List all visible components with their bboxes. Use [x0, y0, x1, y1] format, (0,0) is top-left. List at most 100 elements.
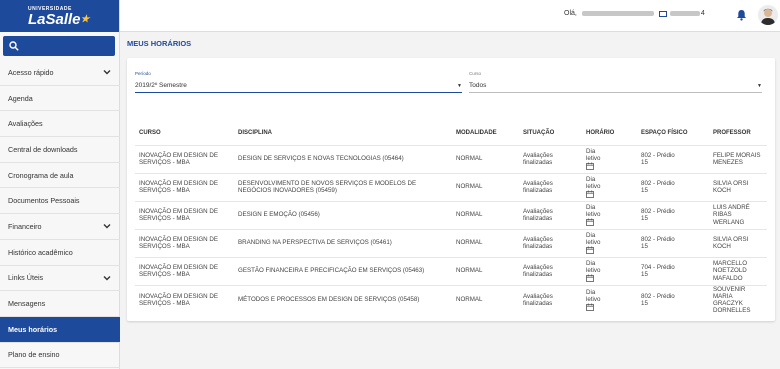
search-icon	[9, 41, 19, 51]
sidebar-item-financeiro[interactable]: Financeiro	[0, 214, 120, 240]
sidebar-item-historico-academico[interactable]: Histórico acadêmico	[0, 240, 120, 266]
cell-horario: Dia letivo	[582, 200, 637, 229]
cell-situacao: Avaliações finalizadas	[519, 256, 582, 285]
sidebar-item-agenda[interactable]: Agenda	[0, 86, 120, 112]
sidebar-menu: Acesso rápido Agenda Avaliações Central de …	[0, 60, 120, 369]
page-title: MEUS HORÁRIOS	[127, 39, 192, 48]
cell-disciplina: BRANDING NA PERSPECTIVA DE SERVIÇOS (054…	[234, 228, 452, 257]
cell-professor: SILVIA ORSI KOCH	[709, 172, 767, 201]
calendar-icon[interactable]	[586, 190, 594, 199]
curso-text: INOVAÇÃO EM DESIGN DE SERVIÇOS - MBA	[139, 151, 218, 166]
sidebar-item-mensagens[interactable]: Mensagens	[0, 291, 120, 317]
cell-modalidade: NORMAL	[452, 256, 519, 285]
column-header-modalidade[interactable]: MODALIDADE	[452, 121, 519, 145]
curso-select[interactable]: Curso Todos ▼	[469, 71, 762, 93]
table-row[interactable]: INOVAÇÃO EM DESIGN DE SERVIÇOS - MBA GEST…	[135, 256, 767, 285]
calendar-icon[interactable]	[586, 274, 594, 283]
table-row[interactable]: INOVAÇÃO EM DESIGN DE SERVIÇOS - MBA DESI…	[135, 200, 767, 229]
curso-text: INOVAÇÃO EM DESIGN DE SERVIÇOS - MBA	[139, 263, 218, 278]
dropdown-arrow-icon: ▼	[457, 82, 462, 89]
modalidade-text: NORMAL	[456, 239, 483, 247]
column-header-espaco-fisico[interactable]: ESPAÇO FÍSICO	[637, 121, 709, 145]
cell-professor: FELIPE MORAIS MENEZES	[709, 144, 767, 173]
bell-icon[interactable]	[736, 9, 747, 21]
cell-modalidade: NORMAL	[452, 144, 519, 173]
table-row[interactable]: INOVAÇÃO EM DESIGN DE SERVIÇOS - MBA DESE…	[135, 172, 767, 201]
table-row[interactable]: INOVAÇÃO EM DESIGN DE SERVIÇOS - MBA MÉTO…	[135, 284, 767, 315]
column-header-disciplina[interactable]: DISCIPLINA	[234, 121, 452, 145]
column-header-curso[interactable]: CURSO	[135, 121, 234, 145]
periodo-select[interactable]: Período 2019/2º Semestre ▼	[135, 71, 462, 93]
situacao-text: Avaliações finalizadas	[523, 235, 553, 250]
horario-text: Dia letivo	[586, 259, 601, 274]
disciplina-text: MÉTODOS E PROCESSOS EM DESIGN DE SERVIÇO…	[238, 296, 420, 304]
avatar[interactable]	[758, 5, 778, 25]
sidebar: UNIVERSIDADE LaSalle★ Acesso rápido Agend…	[0, 0, 120, 369]
table-header-row: CURSO DISCIPLINA MODALIDADE SITUAÇÃO HORÁRIO…	[135, 121, 767, 145]
cell-professor: LUIS ANDRÉ RIBAS WERLANG	[709, 200, 767, 229]
espaco-text: 802 - Prédio 15	[641, 235, 675, 250]
sidebar-item-label: Plano de ensino	[8, 350, 60, 360]
sidebar-item-label: Meus horários	[8, 324, 58, 334]
table-row[interactable]: INOVAÇÃO EM DESIGN DE SERVIÇOS - MBA BRAN…	[135, 228, 767, 257]
sidebar-item-central-de-downloads[interactable]: Central de downloads	[0, 137, 120, 163]
sidebar-item-label: Agenda	[8, 93, 33, 103]
cell-situacao: Avaliações finalizadas	[519, 228, 582, 257]
table-body: INOVAÇÃO EM DESIGN DE SERVIÇOS - MBA DESI…	[135, 144, 767, 315]
top-bar: Olá, 4	[120, 0, 780, 32]
horario-text: Dia letivo	[586, 231, 601, 246]
cell-espaco: 802 - Prédio 15	[637, 228, 709, 257]
cell-modalidade: NORMAL	[452, 284, 519, 315]
chevron-down-icon	[103, 275, 111, 281]
curso-text: INOVAÇÃO EM DESIGN DE SERVIÇOS - MBA	[139, 292, 218, 307]
espaco-text: 802 - Prédio 15	[641, 151, 675, 166]
espaco-text: 802 - Prédio 15	[641, 179, 675, 194]
column-header-professor[interactable]: PROFESSOR	[709, 121, 767, 145]
sidebar-item-label: Histórico acadêmico	[8, 247, 73, 257]
cell-espaco: 802 - Prédio 15	[637, 200, 709, 229]
disciplina-text: BRANDING NA PERSPECTIVA DE SERVIÇOS (054…	[238, 239, 392, 247]
logo[interactable]: UNIVERSIDADE LaSalle★	[0, 0, 119, 32]
column-header-horario[interactable]: HORÁRIO	[582, 121, 637, 145]
chevron-down-icon	[103, 70, 111, 75]
professor-text: SILVIA ORSI KOCH	[713, 235, 749, 250]
modalidade-text: NORMAL	[456, 183, 483, 191]
calendar-icon[interactable]	[586, 246, 594, 255]
search-button[interactable]	[3, 36, 115, 56]
sidebar-item-documentos-pessoais[interactable]: Documentos Pessoais	[0, 188, 120, 215]
cell-horario: Dia letivo	[582, 228, 637, 257]
calendar-icon[interactable]	[586, 218, 594, 227]
column-header-situacao[interactable]: SITUAÇÃO	[519, 121, 582, 145]
user-id-suffix: 4	[700, 10, 705, 17]
sidebar-item-label: Documentos Pessoais	[8, 196, 80, 206]
cell-curso: INOVAÇÃO EM DESIGN DE SERVIÇOS - MBA	[135, 144, 234, 173]
sidebar-item-avaliacoes[interactable]: Avaliações	[0, 111, 120, 138]
sidebar-item-plano-de-ensino[interactable]: Plano de ensino	[0, 343, 120, 369]
horario-text: Dia letivo	[586, 288, 601, 303]
modalidade-text: NORMAL	[456, 296, 483, 304]
calendar-icon[interactable]	[586, 162, 594, 171]
user-greeting: Olá, 4	[564, 10, 705, 17]
sidebar-item-acesso-rapido[interactable]: Acesso rápido	[0, 60, 120, 86]
cell-situacao: Avaliações finalizadas	[519, 144, 582, 173]
cell-horario: Dia letivo	[582, 172, 637, 201]
espaco-text: 802 - Prédio 15	[641, 292, 675, 307]
cell-professor: SOUVENIR MARIA GRACZYK DORNELLES	[709, 284, 767, 315]
professor-text: SILVIA ORSI KOCH	[713, 179, 749, 194]
cell-disciplina: DESENVOLVIMENTO DE NOVOS SERVIÇOS E MODE…	[234, 172, 452, 201]
cell-curso: INOVAÇÃO EM DESIGN DE SERVIÇOS - MBA	[135, 256, 234, 285]
table-row[interactable]: INOVAÇÃO EM DESIGN DE SERVIÇOS - MBA DESI…	[135, 144, 767, 173]
cell-situacao: Avaliações finalizadas	[519, 284, 582, 315]
calendar-icon[interactable]	[586, 303, 594, 312]
sidebar-item-cronograma-de-aula[interactable]: Cronograma de aula	[0, 163, 120, 189]
situacao-text: Avaliações finalizadas	[523, 263, 553, 278]
sidebar-item-links-uteis[interactable]: Links Úteis	[0, 266, 120, 292]
cell-horario: Dia letivo	[582, 144, 637, 173]
cell-professor: SILVIA ORSI KOCH	[709, 228, 767, 257]
sidebar-item-label: Acesso rápido	[8, 67, 54, 77]
cell-curso: INOVAÇÃO EM DESIGN DE SERVIÇOS - MBA	[135, 200, 234, 229]
sidebar-item-meus-horarios[interactable]: Meus horários	[0, 316, 120, 343]
cell-espaco: 802 - Prédio 15	[637, 172, 709, 201]
chevron-down-icon	[103, 224, 111, 229]
sidebar-item-label: Mensagens	[8, 299, 46, 309]
